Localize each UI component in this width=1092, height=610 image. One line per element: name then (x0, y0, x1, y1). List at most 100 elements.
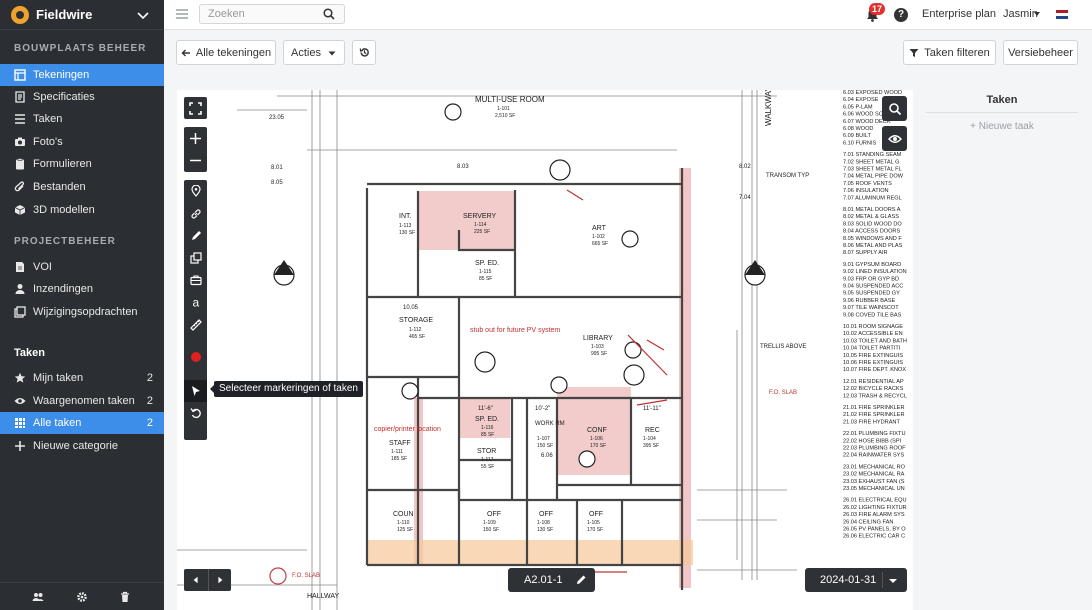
fieldwire-logo-icon (11, 5, 29, 24)
legend-item: 7.02 SHEET METAL G (843, 159, 899, 165)
svg-text:8.03: 8.03 (457, 164, 469, 170)
link-icon (190, 209, 201, 219)
filter-tasks-label: Taken filteren (924, 46, 990, 59)
svg-text:170 SF: 170 SF (590, 443, 606, 449)
forms-icon (14, 158, 26, 170)
history-icon (359, 48, 369, 57)
legend-item: 6.06 WOOD SC (843, 112, 883, 118)
sidebar-item-files[interactable]: Bestanden (0, 176, 164, 198)
zoom-out-icon[interactable] (189, 154, 202, 167)
chevron-down-icon (137, 12, 149, 20)
svg-text:185 SF: 185 SF (391, 456, 407, 462)
actions-dropdown-button[interactable]: Acties (283, 40, 345, 65)
legend-item: 22.02 HOSE BIBB (SPI (843, 438, 902, 444)
link-tool[interactable] (184, 203, 207, 225)
sidebar-item-my-tasks[interactable]: Mijn taken 2 (0, 367, 164, 389)
svg-text:copier/printer location: copier/printer location (374, 426, 441, 433)
gear-icon[interactable] (76, 591, 88, 603)
floor-plan-drawing[interactable]: MULTI-USE ROOM 1-101 2,510 SF INT. 1-113… (177, 90, 913, 610)
zoom-in-icon[interactable] (189, 132, 202, 145)
sidebar-item-specifications[interactable]: Specificaties (0, 86, 164, 108)
version-date-dropdown[interactable]: 2024-01-31 (805, 568, 907, 592)
sidebar-item-forms[interactable]: Formulieren (0, 153, 164, 175)
next-sheet-button[interactable] (208, 569, 231, 591)
legend-item: 12.01 RESIDENTIAL AP (843, 379, 904, 385)
svg-text:995 SF: 995 SF (591, 351, 607, 357)
svg-text:SP. ED.: SP. ED. (475, 416, 499, 423)
sidebar-item-photos[interactable]: Foto's (0, 131, 164, 153)
sidebar-item-change-orders[interactable]: Wijzigingsopdrachten (0, 301, 164, 323)
ruler-tool[interactable] (184, 314, 207, 336)
sidebar-item-submittals[interactable]: Inzendingen (0, 278, 164, 300)
shapes-tool[interactable] (184, 247, 207, 269)
svg-text:SP. ED.: SP. ED. (475, 260, 499, 267)
briefcase-tool[interactable] (184, 269, 207, 291)
svg-text:F.O. SLAB: F.O. SLAB (292, 573, 320, 579)
highlight-servery[interactable] (418, 191, 516, 250)
text-tool[interactable]: a (184, 291, 207, 313)
trash-icon[interactable] (119, 591, 131, 603)
sidebar-item-label: Bestanden (33, 181, 86, 193)
record-color-tool[interactable] (184, 346, 207, 368)
sheet-name-button[interactable]: A2.01-1 (508, 568, 595, 592)
filter-tasks-button[interactable]: Taken filteren (903, 40, 996, 65)
legend-item: 9.01 GYPSUM BOARD (843, 262, 901, 268)
hamburger-menu-icon[interactable] (176, 9, 188, 19)
version-control-button[interactable]: Versiebeheer (1003, 40, 1078, 65)
legend-item: 12.03 TRASH & RECYCL (843, 393, 907, 399)
legend-item: 8.01 METAL DOORS A (843, 207, 901, 213)
actions-label: Acties (291, 46, 321, 59)
svg-text:COUN: COUN (393, 511, 414, 518)
fullscreen-button[interactable] (184, 97, 207, 119)
team-icon[interactable] (32, 591, 44, 603)
highlight-bottom-corridor[interactable] (367, 540, 693, 565)
new-task-link[interactable]: + Nieuwe taak (926, 121, 1078, 132)
star-icon (14, 372, 26, 384)
legend-item: 10.05 FIRE EXTINGUIS (843, 353, 903, 359)
svg-text:6.06: 6.06 (541, 453, 553, 459)
sidebar-item-label: Nieuwe categorie (33, 440, 118, 452)
pencil-edit-icon[interactable] (575, 574, 587, 586)
previous-sheet-button[interactable] (184, 569, 207, 591)
sidebar-item-all-tasks[interactable]: Alle taken 2 (0, 412, 164, 434)
caret-down-icon[interactable] (1034, 12, 1040, 16)
search-icon[interactable] (323, 8, 335, 20)
enterprise-plan-link[interactable]: Enterprise plan (922, 8, 996, 20)
svg-text:STOR: STOR (477, 448, 496, 455)
sidebar-item-new-category[interactable]: Nieuwe categorie (0, 435, 164, 457)
pin-tool[interactable] (184, 180, 207, 202)
sidebar-item-3d-models[interactable]: 3D modellen (0, 199, 164, 221)
caret-down-icon (328, 51, 336, 55)
history-button[interactable] (352, 40, 376, 65)
undo-tool[interactable] (184, 402, 207, 424)
sidebar-item-watched-tasks[interactable]: Waargenomen taken 2 (0, 390, 164, 412)
ruler-icon (189, 319, 202, 331)
sidebar-item-label: Waargenomen taken (33, 395, 135, 407)
select-markups-tool[interactable] (184, 380, 207, 402)
svg-text:F.O. SLAB: F.O. SLAB (769, 390, 797, 396)
pen-tool[interactable] (184, 225, 207, 247)
visibility-button[interactable] (882, 126, 907, 151)
project-switcher[interactable]: Fieldwire (0, 0, 164, 30)
briefcase-icon (189, 275, 202, 286)
legend-item: 8.07 SUPPLY AIR (843, 250, 888, 256)
search-drawing-button[interactable] (882, 96, 907, 121)
highlight-right-wall[interactable] (679, 168, 691, 588)
sidebar-item-tasks[interactable]: Taken (0, 108, 164, 130)
sidebar-item-rfi[interactable]: VOI (0, 256, 164, 278)
legend-item: 8.02 METAL & GLASS (843, 214, 899, 220)
shapes-icon (189, 252, 202, 264)
legend-item: 26.05 PV PANELS, BY O (843, 527, 906, 533)
sidebar-item-drawings[interactable]: Tekeningen (0, 64, 164, 86)
drawing-viewer[interactable]: MULTI-USE ROOM 1-101 2,510 SF INT. 1-113… (177, 90, 913, 610)
back-all-drawings-button[interactable]: Alle tekeningen (176, 40, 276, 65)
svg-text:10.05: 10.05 (403, 305, 419, 311)
language-flag-icon[interactable] (1056, 10, 1068, 19)
svg-text:OFF: OFF (539, 511, 553, 518)
user-menu[interactable]: Jasmin (1003, 8, 1038, 20)
section-title-project: PROJECTBEHEER (14, 236, 116, 247)
help-icon[interactable]: ? (894, 8, 908, 22)
task-count: 2 (146, 372, 153, 384)
arrow-left-icon (181, 49, 190, 56)
fullscreen-icon (189, 101, 202, 115)
